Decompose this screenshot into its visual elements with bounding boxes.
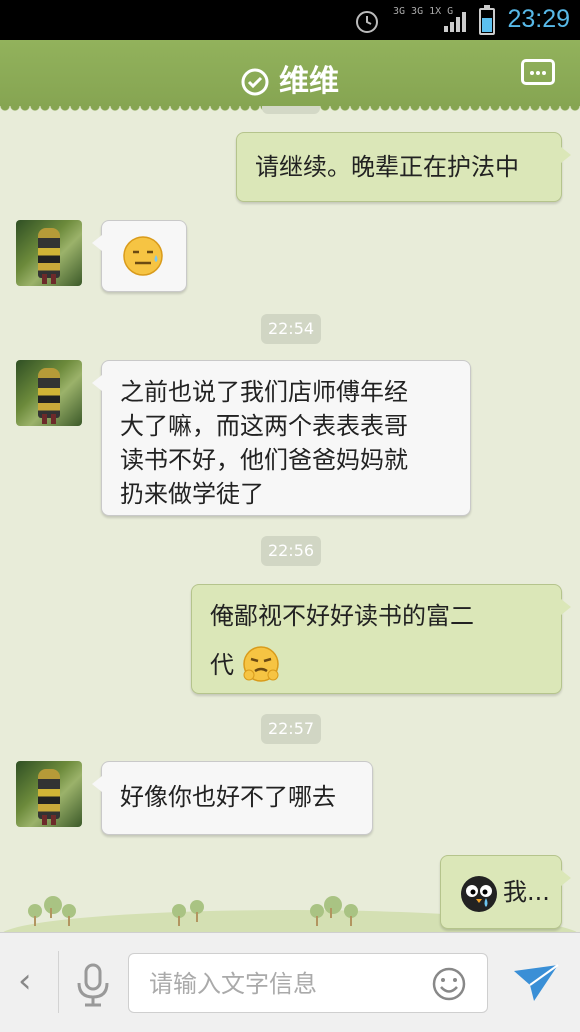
message-input[interactable] (147, 966, 411, 1002)
message-text: 好像你也好不了哪去 (120, 783, 336, 811)
message-bubble-in[interactable] (92, 220, 187, 292)
check-circle-icon (241, 68, 269, 96)
crying-bird-emoji (461, 876, 497, 912)
message-line: 大了嘛，而这两个表表表哥 (120, 412, 408, 440)
back-icon[interactable]: ‹ (18, 961, 32, 1001)
more-icon (530, 71, 534, 75)
message-line: 俺鄙视不好好读书的富二 (210, 602, 474, 630)
avatar[interactable] (16, 761, 82, 827)
timestamp: 22:54 (261, 314, 321, 344)
message-bubble-out[interactable]: 俺鄙视不好好读书的富二 代 (191, 584, 571, 694)
sweat-smile-emoji (123, 236, 163, 276)
status-bar: 3G 3G 1X G 23:29 (0, 0, 580, 40)
status-time: 23:29 (507, 5, 570, 33)
timestamp: 22:57 (261, 714, 321, 744)
message-bubble-in[interactable]: 之前也说了我们店师傅年经 大了嘛，而这两个表表表哥 读书不好，他们爸爸妈妈就 扔… (92, 360, 471, 516)
message-text: 请继续。晚辈正在护法中 (255, 153, 519, 181)
avatar[interactable] (16, 220, 82, 286)
message-input-field[interactable] (128, 953, 488, 1013)
message-line: 代 (210, 645, 543, 684)
scroll-stub (262, 106, 320, 114)
smug-emoji (242, 646, 279, 682)
message-line: 扔来做学徒了 (120, 480, 264, 508)
chat-title-wrap: 维维 (0, 56, 580, 100)
send-icon[interactable] (512, 963, 560, 1003)
message-bubble-out[interactable]: 我... (440, 855, 571, 929)
message-bubble-out[interactable]: 请继续。晚辈正在护法中 (236, 132, 571, 202)
alarm-icon (356, 11, 378, 33)
message-text: 我... (503, 878, 550, 906)
message-list[interactable]: 请继续。晚辈正在护法中 22:54 之前也说了我们店师傅年经 大了嘛，而这两个表… (0, 106, 580, 932)
more-button[interactable] (521, 59, 555, 85)
chat-title: 维维 (279, 64, 339, 99)
input-bar: ‹ (0, 932, 580, 1032)
avatar[interactable] (16, 360, 82, 426)
divider (58, 951, 59, 1013)
message-line: 之前也说了我们店师傅年经 (120, 378, 408, 406)
chat-header: 维维 (0, 40, 580, 112)
timestamp: 22:56 (261, 536, 321, 566)
battery-icon (479, 5, 495, 35)
message-bubble-in[interactable]: 好像你也好不了哪去 (92, 761, 373, 835)
message-line: 读书不好，他们爸爸妈妈就 (120, 446, 408, 474)
microphone-icon[interactable] (74, 963, 112, 1007)
signal-icon (444, 12, 466, 32)
emoji-icon[interactable] (431, 966, 467, 1002)
